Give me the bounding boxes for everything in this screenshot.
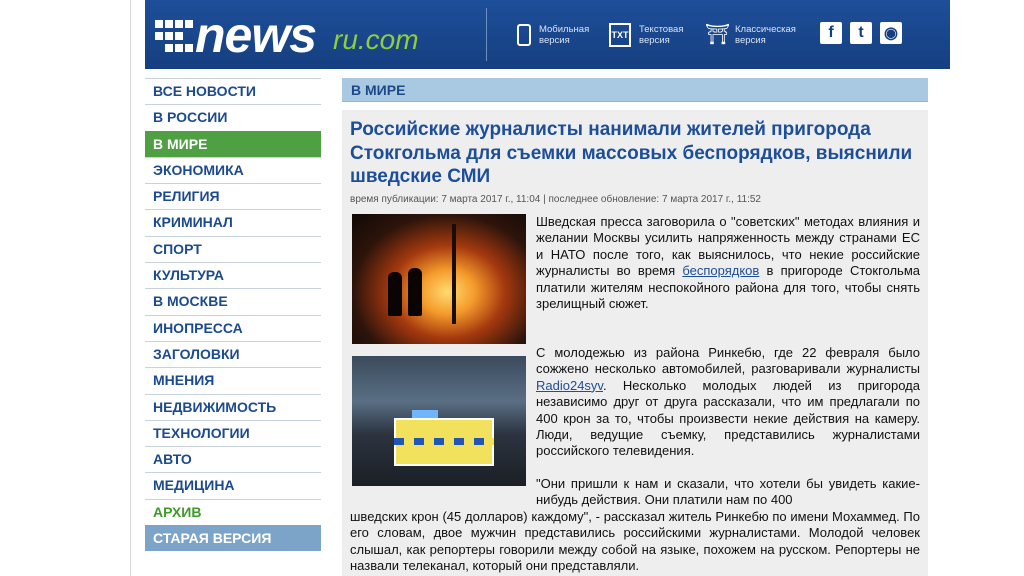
article-meta: время публикации: 7 марта 2017 г., 11:04… bbox=[350, 194, 761, 205]
twitter-icon[interactable]: t bbox=[850, 22, 872, 44]
classic-version-link[interactable]: ⛩ Классическая версия bbox=[705, 22, 796, 48]
sidebar-item-technology[interactable]: ТЕХНОЛОГИИ bbox=[145, 419, 321, 447]
txt-icon: TXT bbox=[609, 23, 631, 47]
classic-column-icon: ⛩ bbox=[705, 24, 731, 46]
article-paragraph-3-rest: шведских крон (45 долларов) каждому", - … bbox=[350, 509, 920, 574]
sidebar-item-all-news[interactable]: ВСЕ НОВОСТИ bbox=[145, 78, 321, 105]
sidebar-item-sport[interactable]: СПОРТ bbox=[145, 235, 321, 263]
sidebar-item-archive[interactable]: АРХИВ bbox=[145, 498, 321, 526]
site-logo[interactable]: news ru.com bbox=[145, 0, 485, 69]
sidebar-item-crime[interactable]: КРИМИНАЛ bbox=[145, 209, 321, 236]
police-van-photo[interactable] bbox=[352, 356, 526, 486]
article-title: Российские журналисты нанимали жителей п… bbox=[350, 119, 913, 187]
sidebar-item-economy[interactable]: ЭКОНОМИКА bbox=[145, 156, 321, 184]
sidebar-item-religion[interactable]: РЕЛИГИЯ bbox=[145, 183, 321, 210]
article: Российские журналисты нанимали жителей п… bbox=[342, 110, 928, 576]
sidebar-nav: ВСЕ НОВОСТИ В РОССИИ В МИРЕ ЭКОНОМИКА РЕ… bbox=[145, 78, 321, 552]
sidebar-item-opinions[interactable]: МНЕНИЯ bbox=[145, 367, 321, 394]
text-version-label-2: версия bbox=[639, 35, 670, 46]
site-header: news ru.com Мобильная версия TXT Текстов… bbox=[145, 0, 950, 69]
riots-link[interactable]: беспорядков bbox=[682, 263, 759, 278]
sidebar-item-russia[interactable]: В РОССИИ bbox=[145, 104, 321, 131]
mobile-version-label: Мобильная bbox=[539, 24, 590, 35]
sidebar-item-old-version[interactable]: СТАРАЯ ВЕРСИЯ bbox=[145, 525, 321, 552]
logo-ru-text: ru.com bbox=[333, 24, 419, 55]
rss-icon[interactable]: ◉ bbox=[880, 22, 902, 44]
text-version-label: Текстовая bbox=[639, 24, 684, 35]
mobile-version-label-2: версия bbox=[539, 35, 570, 46]
text-version-link[interactable]: TXT Текстовая версия bbox=[609, 22, 683, 48]
riot-fire-photo[interactable] bbox=[352, 214, 526, 344]
sidebar-item-realty[interactable]: НЕДВИЖИМОСТЬ bbox=[145, 393, 321, 420]
sidebar-item-medicine[interactable]: МЕДИЦИНА bbox=[145, 472, 321, 499]
header-divider bbox=[486, 8, 487, 61]
logo-pixel-icon bbox=[155, 20, 195, 52]
radio24syv-link[interactable]: Radio24syv bbox=[536, 378, 603, 393]
article-paragraph-2: С молодежью из района Ринкебю, где 22 фе… bbox=[536, 345, 920, 459]
sidebar-item-moscow[interactable]: В МОСКВЕ bbox=[145, 288, 321, 315]
sidebar-item-headlines[interactable]: ЗАГОЛОВКИ bbox=[145, 340, 321, 368]
sidebar-item-inopressa[interactable]: ИНОПРЕССА bbox=[145, 314, 321, 341]
article-paragraph-1: Шведская пресса заговорила о "советских"… bbox=[536, 214, 920, 312]
facebook-icon[interactable]: f bbox=[820, 22, 842, 44]
mobile-version-link[interactable]: Мобильная версия bbox=[513, 22, 589, 48]
logo-news-text: news bbox=[195, 7, 317, 63]
section-title: В МИРЕ bbox=[342, 78, 928, 102]
sidebar-item-world[interactable]: В МИРЕ bbox=[145, 130, 321, 157]
mobile-icon bbox=[517, 24, 531, 46]
classic-version-label-2: версия bbox=[735, 35, 766, 46]
sidebar-item-culture[interactable]: КУЛЬТУРА bbox=[145, 262, 321, 289]
article-paragraph-3-start: "Они пришли к нам и сказали, что хотели … bbox=[536, 476, 920, 508]
classic-version-label: Классическая bbox=[735, 24, 796, 35]
sidebar-item-auto[interactable]: АВТО bbox=[145, 446, 321, 473]
